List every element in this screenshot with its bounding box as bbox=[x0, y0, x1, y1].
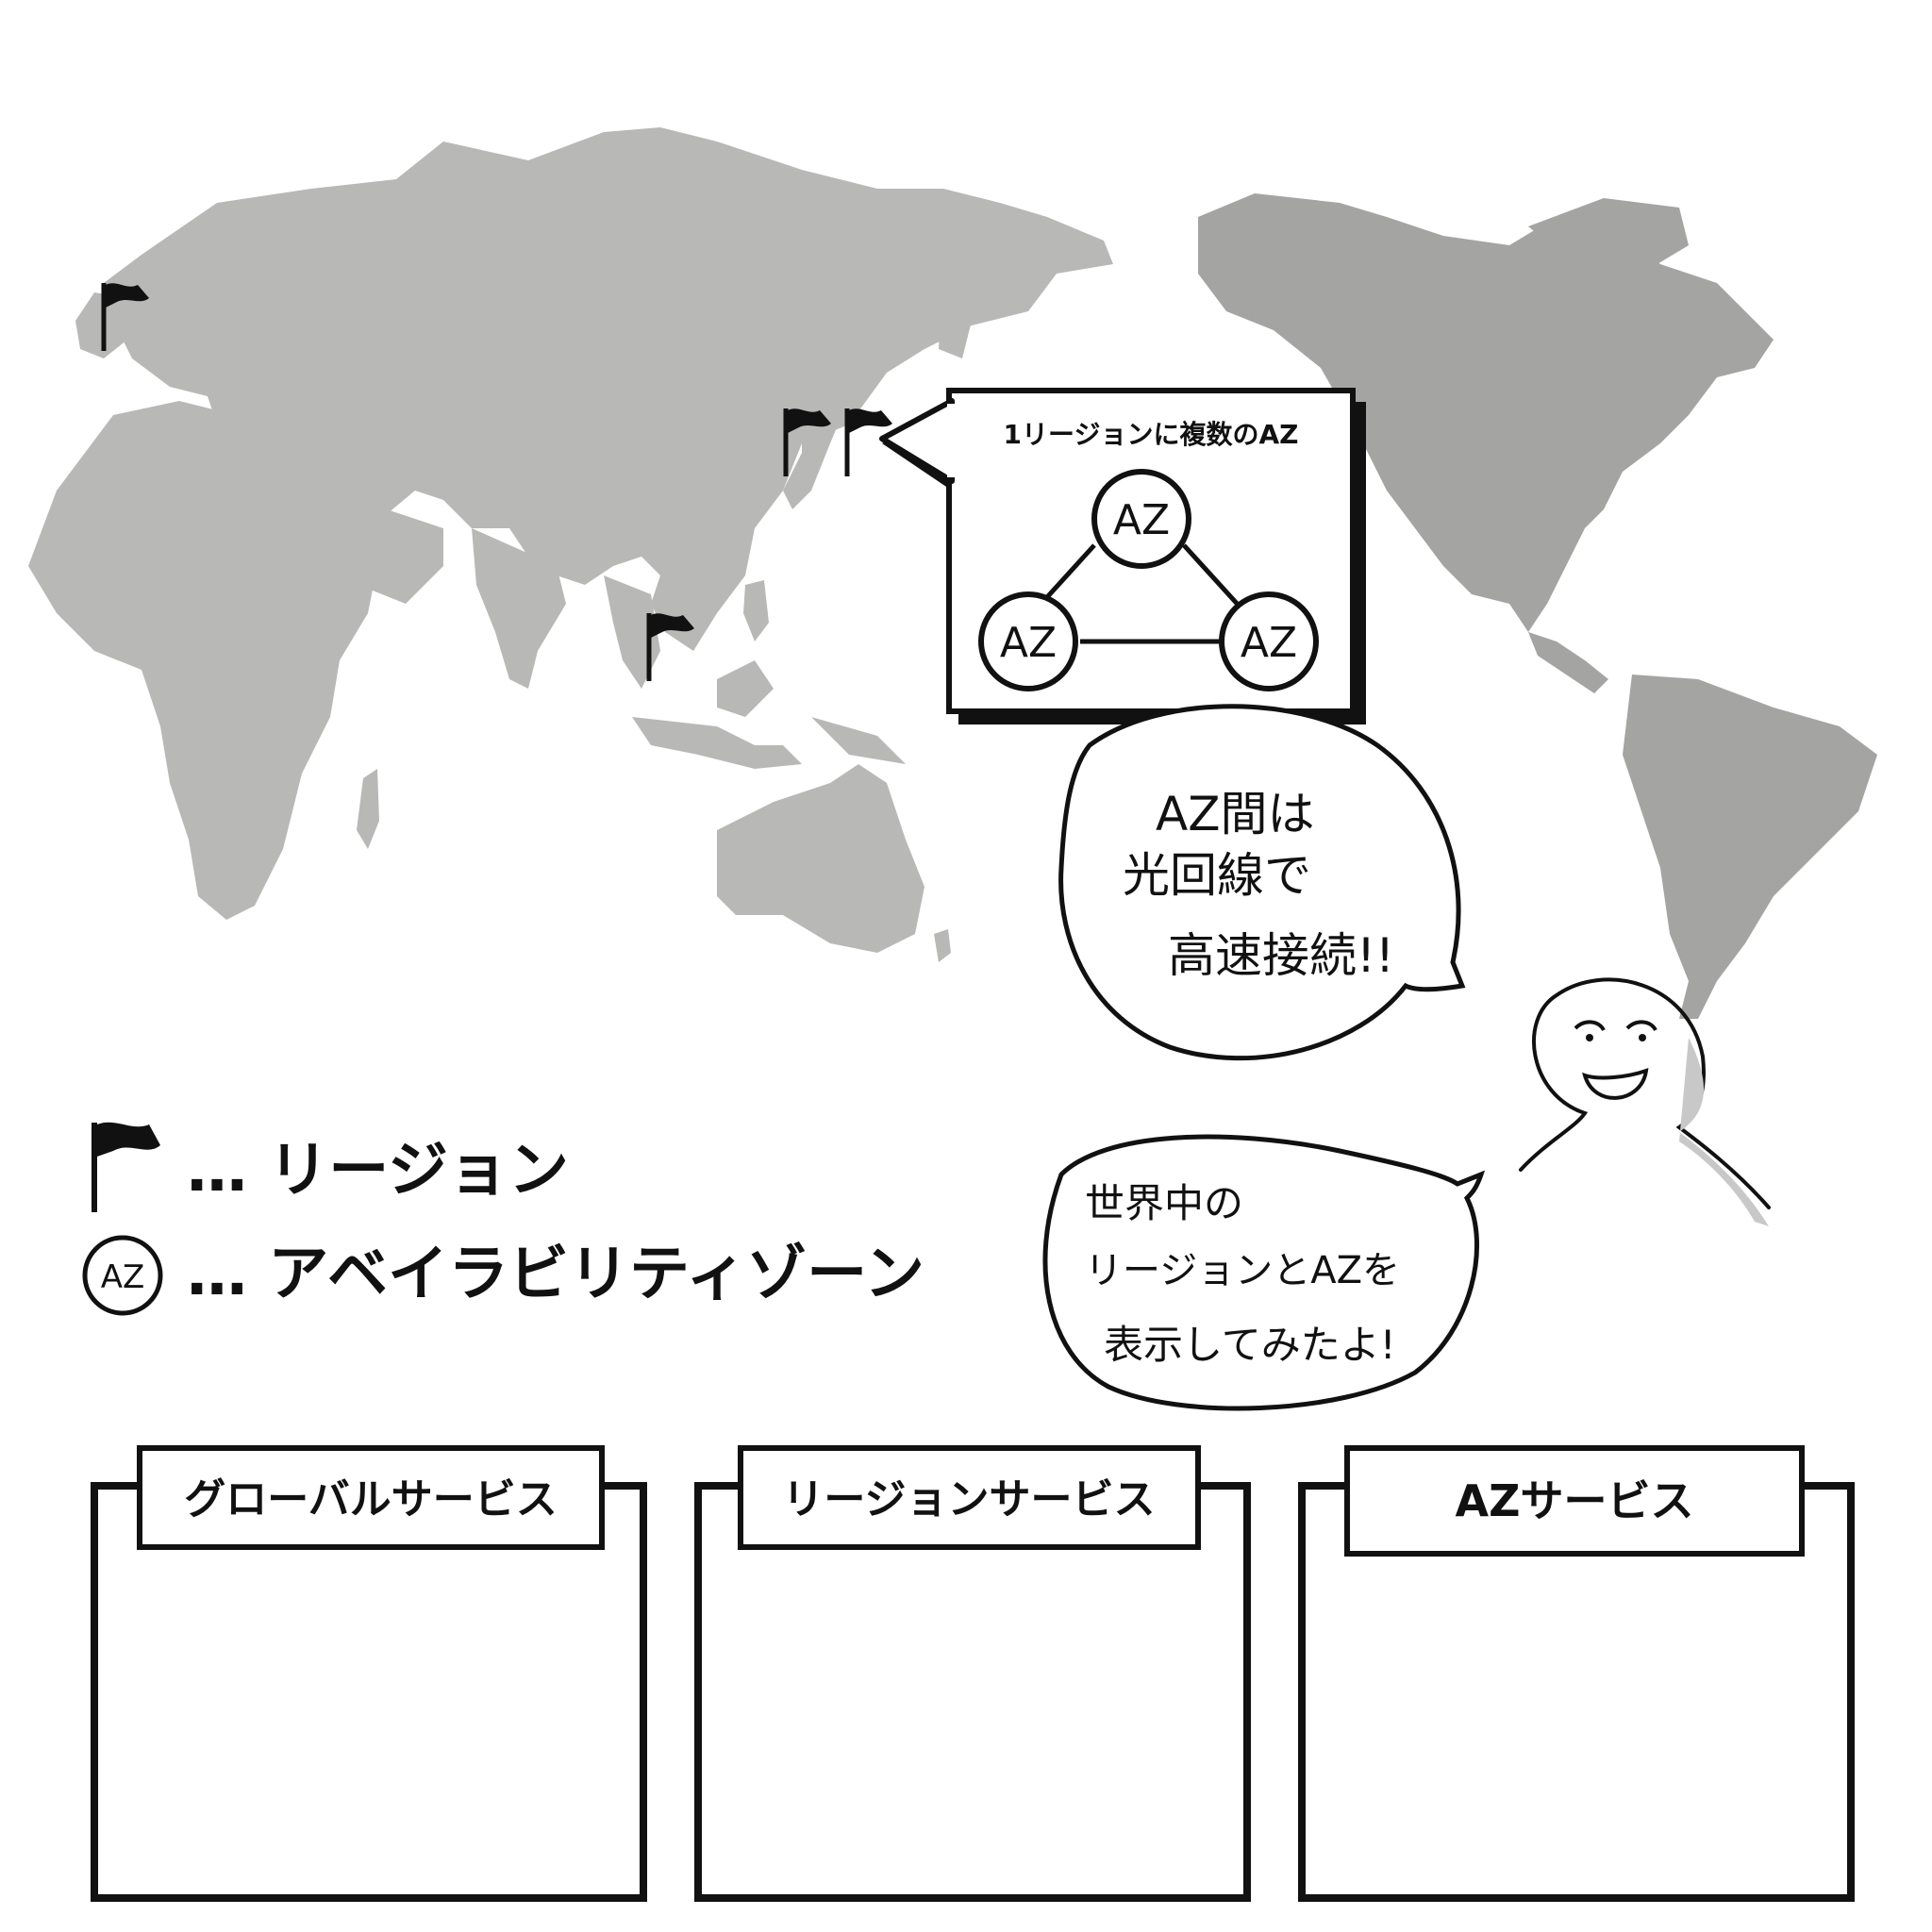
svg-text:AZ: AZ bbox=[1000, 619, 1057, 667]
panel-title: リージョンサービス bbox=[782, 1475, 1155, 1524]
indonesia-islands bbox=[632, 660, 906, 769]
diagram-canvas: 1リージョンに複数のAZ AZ AZ AZ AZ間は 光回線で 高速接続!! 世… bbox=[28, 127, 1877, 1902]
character-mascot bbox=[1519, 977, 1771, 1226]
az-node-icon: AZ bbox=[1219, 591, 1319, 691]
bubble-top-line-1: AZ間は bbox=[1156, 787, 1314, 841]
az-node-icon: AZ bbox=[978, 591, 1078, 691]
south-america-landmass bbox=[1623, 675, 1877, 1019]
panel-az-services: AZサービス bbox=[1298, 1445, 1855, 1902]
speech-bubble-bottom: 世界中の リージョンとAZを 表示してみたよ! bbox=[1042, 1134, 1486, 1411]
legend-az-label: … アベイラビリティゾーン bbox=[187, 1240, 924, 1309]
bubble-bottom-line-1: 世界中の bbox=[1085, 1180, 1243, 1226]
speech-bubble-top: AZ間は 光回線で 高速接続!! bbox=[1058, 704, 1466, 1061]
az-legend-icon: AZ bbox=[82, 1235, 163, 1316]
svg-text:AZ: AZ bbox=[1241, 619, 1297, 667]
callout-title: 1リージョンに複数のAZ bbox=[1004, 419, 1299, 450]
madagascar bbox=[357, 769, 379, 849]
smile bbox=[1582, 1068, 1649, 1100]
bubble-bottom-line-3: 表示してみたよ! bbox=[1104, 1322, 1396, 1368]
character-shadow bbox=[1679, 1038, 1769, 1226]
bubble-bottom-line-2: リージョンとAZを bbox=[1085, 1249, 1400, 1292]
svg-text:AZ: AZ bbox=[101, 1258, 145, 1296]
legend-region-label: … リージョン bbox=[187, 1136, 569, 1206]
svg-text:AZ: AZ bbox=[1113, 496, 1170, 544]
panel-region-services: リージョンサービス bbox=[694, 1445, 1251, 1902]
panel-title: AZサービス bbox=[1456, 1475, 1694, 1526]
panel-title: グローバルサービス bbox=[184, 1475, 558, 1524]
new-zealand bbox=[934, 929, 951, 962]
australia-landmass bbox=[717, 764, 924, 953]
philippines bbox=[743, 580, 769, 641]
panel-global-services: グローバルサービス bbox=[91, 1445, 647, 1902]
bubble-top-line-2: 光回線で bbox=[1123, 848, 1311, 903]
az-callout: 1リージョンに複数のAZ AZ AZ AZ bbox=[879, 388, 1366, 724]
legend: … リージョン AZ … アベイラビリティゾーン bbox=[82, 1122, 924, 1316]
bubble-top-line-3: 高速接続!! bbox=[1168, 928, 1394, 983]
central-america bbox=[1528, 632, 1608, 693]
az-node-icon: AZ bbox=[1091, 469, 1191, 569]
flag-icon bbox=[92, 1122, 160, 1212]
